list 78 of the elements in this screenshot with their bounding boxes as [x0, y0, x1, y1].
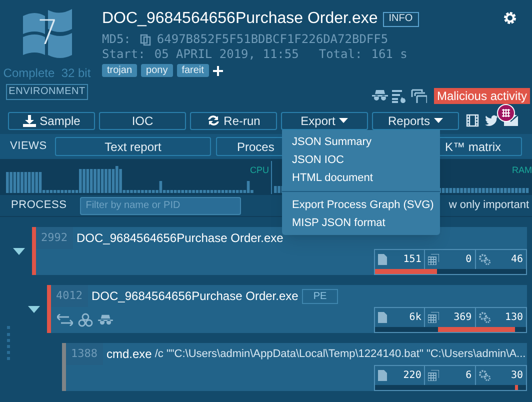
stat-value: 46	[510, 253, 524, 267]
total-label: Total:	[318, 47, 362, 62]
menu-item[interactable]: HTML document	[282, 169, 440, 187]
process-name: DOC_9684564656Purchase Order.exe	[92, 288, 298, 305]
toolbar-button[interactable]: Reports	[372, 112, 459, 130]
stat-value: 30	[510, 369, 524, 383]
spy-icon[interactable]	[372, 89, 388, 103]
process-label: PROCESS	[11, 198, 67, 214]
stat-value: 6k	[409, 311, 422, 325]
network-arrows-icon	[57, 314, 73, 326]
start-value: 05 APRIL 2019, 11:55	[154, 47, 299, 62]
biohazard-icon	[78, 313, 93, 327]
refresh-icon	[206, 114, 220, 127]
process-card[interactable]: 2992 DOC_9684564656Purchase Order.exe 151 0 46	[32, 227, 527, 275]
process-name: DOC_9684564656Purchase Order.exe	[76, 230, 284, 247]
important-toggle[interactable]: w only important	[448, 197, 529, 214]
pid-label: 4012	[51, 285, 88, 307]
cpu-label: CPU	[250, 164, 270, 177]
collapse-caret-icon[interactable]	[13, 248, 25, 254]
process-name: cmd.exe	[106, 346, 152, 363]
settings-icon[interactable]	[503, 11, 517, 25]
avatar[interactable]	[497, 104, 515, 122]
process-card[interactable]: 4012 DOC_9684564656Purchase Order.exe PE 6k 369 130	[47, 285, 527, 333]
grid-icon	[428, 370, 440, 381]
tag-chip[interactable]: fareit	[176, 64, 209, 77]
filter-field[interactable]: Filter by name or PID	[80, 196, 241, 214]
list-fire-icon[interactable]	[392, 89, 407, 103]
md5-value: 6497B852F5F51BDBCF1F226DA72BDFF5	[156, 32, 388, 47]
windows-stack-icon[interactable]	[410, 89, 427, 103]
gears-icon	[478, 370, 491, 381]
toolbar-button[interactable]: IOC	[99, 112, 186, 130]
stat-value: 130	[504, 311, 524, 325]
gears-icon	[478, 312, 491, 323]
bird-icon[interactable]	[485, 115, 498, 126]
command-args: /c ""C:\Users\admin\AppData\Local\Temp\1224140.bat" "C:\Users\admin\A...	[154, 346, 526, 362]
file-icon	[378, 254, 387, 265]
type-badge: PE	[302, 288, 338, 304]
copy-icon[interactable]	[140, 34, 151, 46]
ram-label: RAM	[512, 164, 532, 177]
collapse-caret-icon[interactable]	[28, 306, 40, 312]
grid-icon	[428, 312, 440, 323]
os-caption: Complete 32 bit	[3, 65, 91, 82]
stat-value: 220	[403, 369, 422, 383]
environment-button[interactable]: ENVIRONMENT	[6, 84, 88, 100]
pid-label: 2992	[36, 227, 72, 249]
process-card[interactable]: 1388 cmd.exe /c ""C:\Users\admin\AppData\Local\Temp\1224140.bat" "C:\Users\admin\A... 220 6 30	[62, 343, 527, 391]
tree-dots	[7, 326, 10, 360]
spy-icon	[98, 314, 113, 326]
view-button[interactable]: Text report	[55, 137, 211, 156]
stat-value: 0	[466, 253, 472, 267]
stat-value: 369	[454, 311, 472, 325]
toolbar-button[interactable]: Re-run	[190, 112, 277, 130]
stat-value: 6	[466, 369, 472, 383]
grid-icon	[502, 109, 510, 117]
menu-item[interactable]: Export Process Graph (SVG)	[282, 196, 440, 214]
download-icon	[22, 114, 36, 126]
md5-label: MD5:	[102, 32, 131, 47]
total-value: 161 s	[371, 47, 408, 62]
stat-value: 151	[403, 253, 422, 267]
gears-icon	[478, 254, 491, 265]
add-icon[interactable]	[212, 66, 223, 76]
file-title: DOC_9684564656Purchase Order.exe	[102, 9, 378, 29]
verdict-badge: Malicious activity	[434, 88, 530, 104]
start-label: Start:	[102, 47, 146, 62]
file-icon	[378, 312, 387, 323]
film-icon[interactable]	[466, 114, 479, 127]
tag-chip[interactable]: pony	[141, 64, 173, 77]
caret-icon	[434, 118, 444, 123]
grid-icon	[428, 254, 440, 265]
os-version-number: 7	[37, 16, 59, 50]
file-icon	[378, 370, 387, 381]
toolbar-button[interactable]: Export	[281, 112, 368, 130]
views-label: VIEWS	[10, 139, 48, 154]
info-button[interactable]: INFO	[382, 12, 419, 26]
tag-chip[interactable]: trojan	[102, 64, 138, 77]
caret-icon	[339, 118, 348, 123]
toolbar-button[interactable]: Sample	[8, 112, 95, 130]
pid-label: 1388	[66, 343, 102, 365]
